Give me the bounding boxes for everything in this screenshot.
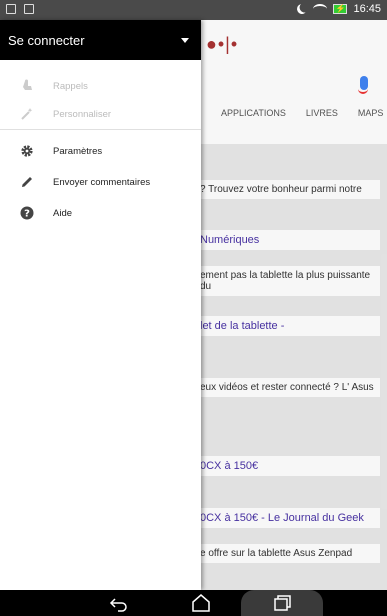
screenshot-icon [6, 4, 16, 14]
dropdown-arrow-icon [181, 38, 189, 43]
help-icon: ? [20, 206, 34, 220]
menu-item-personnaliser[interactable]: Personnaliser [0, 100, 201, 128]
menu-item-parametres[interactable]: Paramètres [0, 137, 201, 165]
sign-in-label: Se connecter [8, 33, 85, 48]
home-icon[interactable] [186, 594, 216, 612]
menu-label: Aide [53, 207, 73, 219]
gear-icon [21, 145, 33, 157]
menu-divider [0, 129, 201, 130]
menu-item-rappels[interactable]: Rappels [0, 72, 201, 100]
menu-item-aide[interactable]: ? Aide [0, 199, 201, 227]
recent-apps-icon[interactable] [267, 594, 297, 612]
touch-icon [23, 79, 32, 90]
svg-text:?: ? [24, 209, 30, 220]
account-switcher[interactable]: Se connecter [0, 20, 201, 60]
image-icon [24, 4, 34, 14]
system-navigation-bar [0, 590, 387, 616]
navigation-drawer: Se connecter Rappels Personnaliser Param… [0, 20, 201, 590]
magic-wand-icon [21, 108, 33, 120]
menu-label: Rappels [53, 80, 88, 92]
menu-label: Paramètres [53, 145, 103, 157]
menu-label: Personnaliser [53, 108, 112, 120]
wifi-icon [313, 4, 328, 14]
battery-icon: ⚡ [333, 4, 348, 14]
back-icon[interactable] [104, 594, 134, 612]
status-bar: ⚡ 16:45 [0, 0, 387, 20]
menu-label: Envoyer commentaires [53, 176, 151, 188]
status-time: 16:45 [353, 3, 381, 15]
menu-item-envoyer-commentaires[interactable]: Envoyer commentaires [0, 168, 201, 196]
pencil-icon [22, 177, 32, 187]
do-not-disturb-icon [296, 2, 310, 16]
drawer-scrim[interactable] [201, 20, 387, 590]
